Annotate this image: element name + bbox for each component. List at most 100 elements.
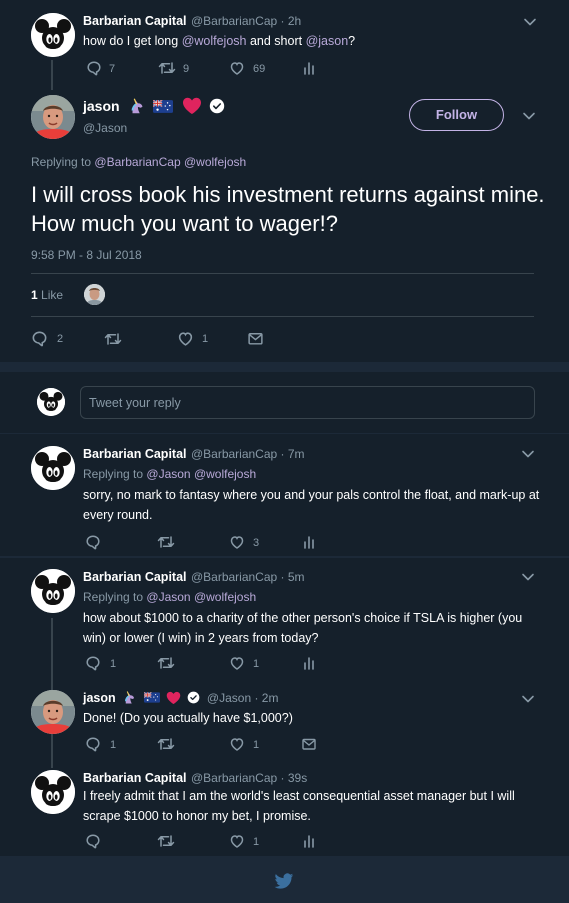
reply-icon[interactable] <box>85 655 101 671</box>
avatar-jason[interactable] <box>31 690 75 734</box>
like-count: 3 <box>253 537 260 549</box>
avatar-barbarian-capital[interactable] <box>31 446 75 490</box>
liker-avatar[interactable] <box>84 284 105 305</box>
jason-avatar-icon <box>31 95 75 139</box>
envelope-icon[interactable] <box>247 330 264 347</box>
red-heart-icon <box>182 97 202 115</box>
mention-link[interactable]: @wolfejosh <box>184 155 246 169</box>
likes-stat[interactable]: 1 Like <box>31 288 63 302</box>
mention-link[interactable]: @Jason <box>146 590 190 604</box>
reply-input[interactable]: Tweet your reply <box>80 386 535 419</box>
likes-number: 1 <box>31 288 38 302</box>
australia-flag-icon <box>153 100 173 113</box>
author-handle[interactable]: @BarbarianCap <box>191 447 277 461</box>
like-count: 1 <box>253 658 260 670</box>
author-name[interactable]: Barbarian Capital <box>83 14 187 28</box>
main-tweet-author: jason <box>83 97 225 117</box>
author-handle[interactable]: @BarbarianCap <box>191 771 277 785</box>
reply-tweet[interactable]: Barbarian Capital @BarbarianCap · 7m Rep… <box>0 434 569 556</box>
reply-thread: Barbarian Capital @BarbarianCap · 5m Rep… <box>0 558 569 856</box>
thread-line <box>51 60 53 90</box>
twitter-bird-icon[interactable] <box>274 873 294 890</box>
analytics-icon[interactable] <box>301 833 317 849</box>
analytics-icon[interactable] <box>301 655 317 671</box>
tweet-header: jason @Jason · 2m <box>83 689 278 707</box>
author-handle[interactable]: @BarbarianCap <box>191 14 277 28</box>
replying-to: Replying to @Jason @wolfejosh <box>83 467 257 481</box>
retweet-count: 9 <box>183 63 190 75</box>
mickey-avatar-icon <box>31 770 75 814</box>
author-name[interactable]: jason <box>83 691 116 705</box>
jason-avatar-icon <box>31 690 75 734</box>
follow-button-label: Follow <box>435 107 478 122</box>
stats-top-border <box>31 273 534 274</box>
heart-icon[interactable] <box>229 736 245 752</box>
my-avatar <box>37 388 65 416</box>
author-name[interactable]: jason <box>83 98 120 114</box>
retweet-icon[interactable] <box>157 833 175 849</box>
stats-bottom-border <box>31 316 534 317</box>
like-count: 1 <box>253 739 260 751</box>
chevron-down-icon[interactable] <box>523 17 537 27</box>
heart-icon[interactable] <box>229 833 245 849</box>
mention-link[interactable]: @wolfejosh <box>194 590 256 604</box>
author-handle[interactable]: @Jason <box>207 691 251 705</box>
likes-label: Like <box>41 288 64 302</box>
tweet-header: Barbarian Capital @BarbarianCap · 7m <box>83 445 305 463</box>
mention-link[interactable]: @Jason <box>146 467 190 481</box>
analytics-icon[interactable] <box>301 534 317 550</box>
heart-icon[interactable] <box>229 655 245 671</box>
follow-button[interactable]: Follow <box>409 99 504 131</box>
envelope-icon[interactable] <box>301 736 317 752</box>
tweet-text: sorry, no mark to fantasy where you and … <box>83 488 540 522</box>
heart-icon[interactable] <box>229 534 245 550</box>
retweet-icon[interactable] <box>157 655 175 671</box>
tweet-text: I freely admit that I am the world's lea… <box>83 789 515 823</box>
reply-icon[interactable] <box>85 534 101 550</box>
tweet-time[interactable]: · 5m <box>277 570 305 584</box>
author-name[interactable]: Barbarian Capital <box>83 447 187 461</box>
reply-icon[interactable] <box>31 330 48 347</box>
avatar-barbarian-capital[interactable] <box>31 569 75 613</box>
chevron-down-icon[interactable] <box>522 111 536 121</box>
reply-count: 2 <box>57 333 64 345</box>
tweet-time[interactable]: · 2h <box>277 14 302 28</box>
tweet-timestamp[interactable]: 9:58 PM - 8 Jul 2018 <box>31 248 142 262</box>
analytics-icon[interactable] <box>301 60 317 76</box>
retweet-icon[interactable] <box>157 534 175 550</box>
mention-link[interactable]: @wolfejosh <box>182 34 247 48</box>
retweet-icon[interactable] <box>104 331 122 347</box>
chevron-down-icon[interactable] <box>521 694 535 704</box>
like-count: 1 <box>253 836 260 848</box>
chevron-down-icon[interactable] <box>521 449 535 459</box>
retweet-icon[interactable] <box>158 60 176 76</box>
mickey-avatar-icon <box>31 569 75 613</box>
tweet-time[interactable]: · 2m <box>251 691 278 705</box>
author-name[interactable]: Barbarian Capital <box>83 771 187 785</box>
reply-input-placeholder: Tweet your reply <box>89 396 181 410</box>
verified-badge-icon <box>209 98 225 114</box>
mention-link[interactable]: @BarbarianCap <box>94 155 180 169</box>
avatar-jason[interactable] <box>31 95 75 139</box>
reply-icon[interactable] <box>86 60 102 76</box>
mention-link[interactable]: @jason <box>306 34 349 48</box>
chevron-down-icon[interactable] <box>521 572 535 582</box>
author-handle[interactable]: @Jason <box>83 121 127 135</box>
mention-link[interactable]: @wolfejosh <box>194 467 256 481</box>
mickey-avatar-icon <box>37 388 65 416</box>
main-tweet-text: I will cross book his investment returns… <box>31 182 545 236</box>
avatar-barbarian-capital[interactable] <box>31 13 75 57</box>
reply-icon[interactable] <box>85 833 101 849</box>
mickey-avatar-icon <box>31 13 75 57</box>
author-handle[interactable]: @BarbarianCap <box>191 570 277 584</box>
tweet-time[interactable]: · 7m <box>277 447 305 461</box>
author-name[interactable]: Barbarian Capital <box>83 570 187 584</box>
mickey-avatar-icon <box>31 446 75 490</box>
heart-icon[interactable] <box>177 330 194 347</box>
avatar-barbarian-capital[interactable] <box>31 770 75 814</box>
retweet-icon[interactable] <box>157 736 175 752</box>
tweet-time[interactable]: · 39s <box>277 771 308 785</box>
reply-icon[interactable] <box>85 736 101 752</box>
heart-icon[interactable] <box>229 60 245 76</box>
reply-count: 1 <box>110 658 117 670</box>
